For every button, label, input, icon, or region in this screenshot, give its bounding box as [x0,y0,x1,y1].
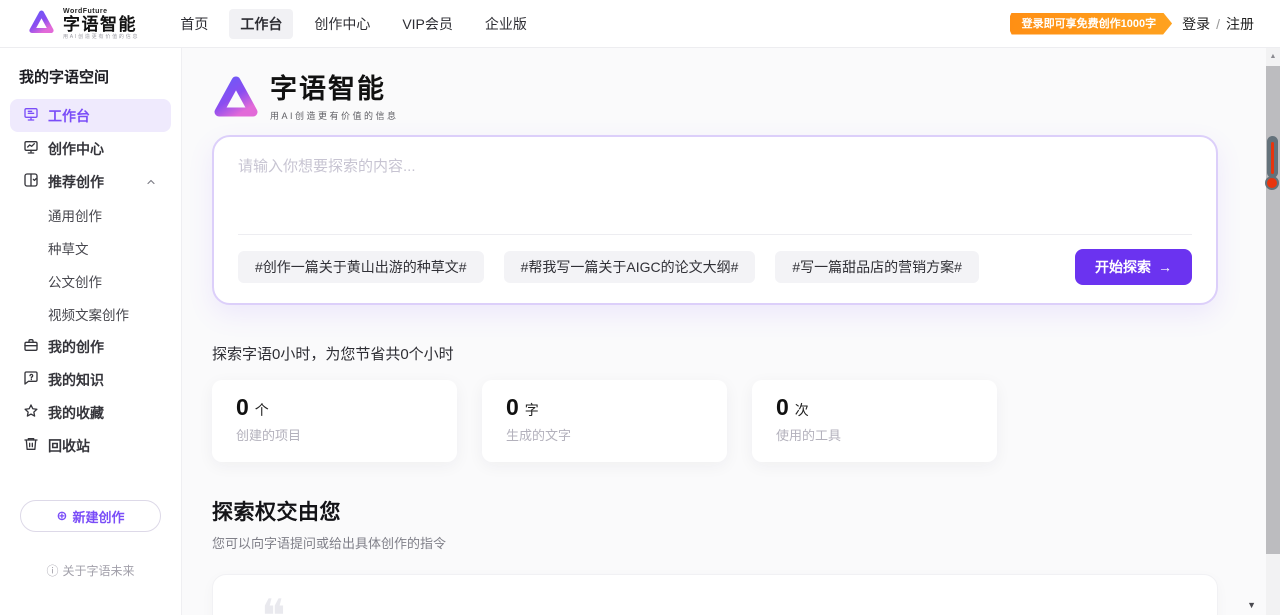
brand-name-en: WordFuture [63,8,139,15]
login-link[interactable]: 登录 [1182,14,1210,34]
prompt-examples-card: ❝ 字语智能是什么? 嘿，帮我创作一篇北京出游攻略 [212,574,1218,615]
start-explore-button[interactable]: 开始探索 → [1075,249,1192,285]
stat-unit: 个 [255,400,269,420]
section-title: 探索权交由您 [212,496,1280,526]
quote-icon: ❝ [261,593,286,615]
promo-ribbon-badge[interactable]: 登录即可享免费创作1000字 [1010,13,1172,35]
stats-summary: 探索字语0小时，为您节省共0个小时 [212,343,1280,364]
sidebar-item-workbench[interactable]: 工作台 [10,99,171,132]
sidebar-item-creation-center[interactable]: 创作中心 [10,132,171,165]
hero-tagline: 用AI创造更有价值的信息 [270,109,399,122]
stat-card-words: 0 字 生成的文字 [482,380,727,462]
plus-circle-icon: ⊕ [57,508,68,524]
chevron-up-icon[interactable] [143,176,159,188]
scrollbar-up-arrow-icon[interactable]: ▲ [1266,48,1280,64]
suggestion-chip-row: #创作一篇关于黄山出游的种草文# #帮我写一篇关于AIGC的论文大纲# #写一篇… [238,249,1192,285]
top-nav: 首页 工作台 创作中心 VIP会员 企业版 [169,9,538,39]
new-creation-button[interactable]: ⊕ 新建创作 [20,500,161,532]
nav-item-vip[interactable]: VIP会员 [391,9,464,39]
section-subtitle: 您可以向字语提问或给出具体创作的指令 [212,533,1280,552]
suggestion-chip-aigc[interactable]: #帮我写一篇关于AIGC的论文大纲# [504,251,756,283]
panel-check-icon [23,172,39,191]
nav-item-enterprise[interactable]: 企业版 [474,9,538,39]
brand-logo[interactable]: WordFuture 字语智能 用AI创造更有价值的信息 [28,8,139,40]
triangle-down-icon: ▼ [1247,600,1256,610]
about-link[interactable]: ⓘ 关于字语未来 [0,562,181,579]
sidebar-subitem-official[interactable]: 公文创作 [0,264,181,297]
stat-card-tools: 0 次 使用的工具 [752,380,997,462]
stat-label: 生成的文字 [506,425,703,444]
nav-item-home[interactable]: 首页 [169,9,219,39]
trash-icon [23,436,39,455]
vertical-scrollbar[interactable]: ▲ [1266,48,1280,615]
thermometer-icon [1265,136,1280,190]
stat-label: 使用的工具 [776,425,973,444]
nav-item-workbench[interactable]: 工作台 [229,9,293,39]
sidebar-item-favorites[interactable]: 我的收藏 [10,396,171,429]
main-content: 字语智能 用AI创造更有价值的信息 #创作一篇关于黄山出游的种草文# #帮我写一… [182,48,1280,615]
top-header: WordFuture 字语智能 用AI创造更有价值的信息 首页 工作台 创作中心… [0,0,1280,48]
hero-brand-name: 字语智能 [270,75,399,105]
sidebar-subitem-seeding[interactable]: 种草文 [0,231,181,264]
stat-card-projects: 0 个 创建的项目 [212,380,457,462]
sidebar-subitem-general[interactable]: 通用创作 [0,198,181,231]
arrow-right-icon: → [1158,259,1172,275]
monitor-chart-icon [23,139,39,158]
sidebar: 我的字语空间 工作台 创作中心 推荐创作 [0,48,182,615]
brand-tagline: 用AI创造更有价值的信息 [63,35,139,40]
hero-triangle-icon [212,74,260,123]
brand-triangle-icon [28,9,55,39]
stat-label: 创建的项目 [236,425,433,444]
stat-value: 0 [776,394,789,421]
info-circle-icon: ⓘ [46,562,58,579]
sidebar-subitem-video-copy[interactable]: 视频文案创作 [0,297,181,330]
stat-cards: 0 个 创建的项目 0 字 生成的文字 0 次 [212,380,1280,462]
suggestion-chip-huangshan[interactable]: #创作一篇关于黄山出游的种草文# [238,251,484,283]
sidebar-item-my-knowledge[interactable]: 我的知识 [10,363,171,396]
sidebar-item-recommended[interactable]: 推荐创作 [10,165,171,198]
search-divider [238,234,1192,235]
stat-value: 0 [506,394,519,421]
search-input[interactable] [238,155,1192,213]
stat-value: 0 [236,394,249,421]
question-bubble-icon [23,370,39,389]
hero-brand: 字语智能 用AI创造更有价值的信息 [212,74,1280,123]
suggestion-chip-dessert[interactable]: #写一篇甜品店的营销方案# [775,251,979,283]
auth-separator: / [1216,16,1220,32]
monitor-icon [23,106,39,125]
nav-item-creation-center[interactable]: 创作中心 [303,9,381,39]
brand-name-cn: 字语智能 [63,16,139,33]
search-panel: #创作一篇关于黄山出游的种草文# #帮我写一篇关于AIGC的论文大纲# #写一篇… [212,135,1218,305]
stat-unit: 字 [525,400,539,420]
sidebar-item-my-works[interactable]: 我的创作 [10,330,171,363]
register-link[interactable]: 注册 [1226,14,1254,34]
app-window: WordFuture 字语智能 用AI创造更有价值的信息 首页 工作台 创作中心… [0,0,1280,615]
star-icon [23,403,39,422]
sidebar-title: 我的字语空间 [19,66,181,87]
stat-unit: 次 [795,400,809,420]
sidebar-item-recycle-bin[interactable]: 回收站 [10,429,171,462]
header-right: 登录即可享免费创作1000字 登录 / 注册 [1010,13,1254,35]
briefcase-icon [23,337,39,356]
